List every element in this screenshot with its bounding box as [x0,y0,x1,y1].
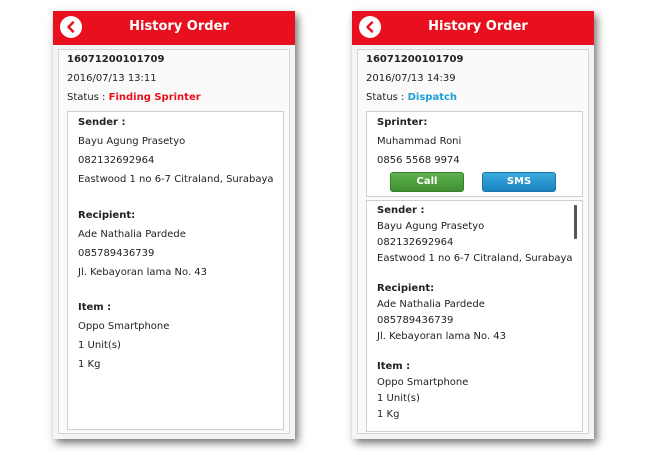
sprinter-phone: 0856 5568 9974 [377,155,460,166]
status-label: Status : [67,92,106,103]
sprinter-name: Muhammad Roni [377,136,462,147]
page-title: History Order [428,19,528,34]
order-status: Status : Finding Sprinter [67,92,201,103]
order-detail-panel: 16071200101709 2016/07/13 13:11 Status :… [58,49,290,434]
sprinter-card: Sprinter: Muhammad Roni 0856 5568 9974 C… [366,111,583,197]
status-value: Finding Sprinter [108,92,201,103]
sender-address: Eastwood 1 no 6-7 Citraland, Surabaya [78,174,274,185]
order-datetime: 2016/07/13 14:39 [366,73,456,84]
sender-phone: 082132692964 [78,155,155,166]
status-value: Dispatch [407,92,458,103]
sender-label: Sender : [377,205,425,216]
sender-address: Eastwood 1 no 6-7 Citraland, Surabaya [377,253,573,264]
recipient-label: Recipient: [377,283,435,294]
recipient-address: Jl. Kebayoran lama No. 43 [377,331,507,342]
status-label: Status : [366,92,405,103]
recipient-name: Ade Nathalia Pardede [78,229,186,240]
phone-screen-finding-sprinter: History Order 16071200101709 2016/07/13 … [53,11,295,439]
sms-button[interactable]: SMS [482,172,556,192]
sender-phone: 082132692964 [377,237,454,248]
scrollbar[interactable] [574,205,577,239]
app-header: History Order [352,11,594,45]
order-status: Status : Dispatch [366,92,457,103]
item-name: Oppo Smartphone [377,377,469,388]
sender-label: Sender : [78,117,126,128]
sprinter-label: Sprinter: [377,117,428,128]
item-weight: 1 Kg [377,409,400,420]
order-detail-panel: 16071200101709 2016/07/13 14:39 Status :… [357,49,589,434]
item-weight: 1 Kg [78,359,101,370]
item-quantity: 1 Unit(s) [78,340,121,351]
recipient-address: Jl. Kebayoran lama No. 43 [78,267,208,278]
page-title: History Order [129,19,229,34]
item-name: Oppo Smartphone [78,321,170,332]
item-label: Item : [377,361,411,372]
item-label: Item : [78,302,112,313]
recipient-phone: 085789436739 [377,315,454,326]
app-header: History Order [53,11,295,45]
recipient-label: Recipient: [78,210,136,221]
recipient-phone: 085789436739 [78,248,155,259]
order-id: 16071200101709 [366,54,464,65]
item-quantity: 1 Unit(s) [377,393,420,404]
sender-name: Bayu Agung Prasetyo [377,221,485,232]
recipient-name: Ade Nathalia Pardede [377,299,485,310]
order-id: 16071200101709 [67,54,165,65]
shipment-details-card: Sender : Bayu Agung Prasetyo 08213269296… [67,111,284,430]
order-datetime: 2016/07/13 13:11 [67,73,157,84]
phone-screen-dispatch: History Order 16071200101709 2016/07/13 … [352,11,594,439]
shipment-details-card: Sender : Bayu Agung Prasetyo 08213269296… [366,200,583,432]
sender-name: Bayu Agung Prasetyo [78,136,186,147]
call-button[interactable]: Call [390,172,464,192]
